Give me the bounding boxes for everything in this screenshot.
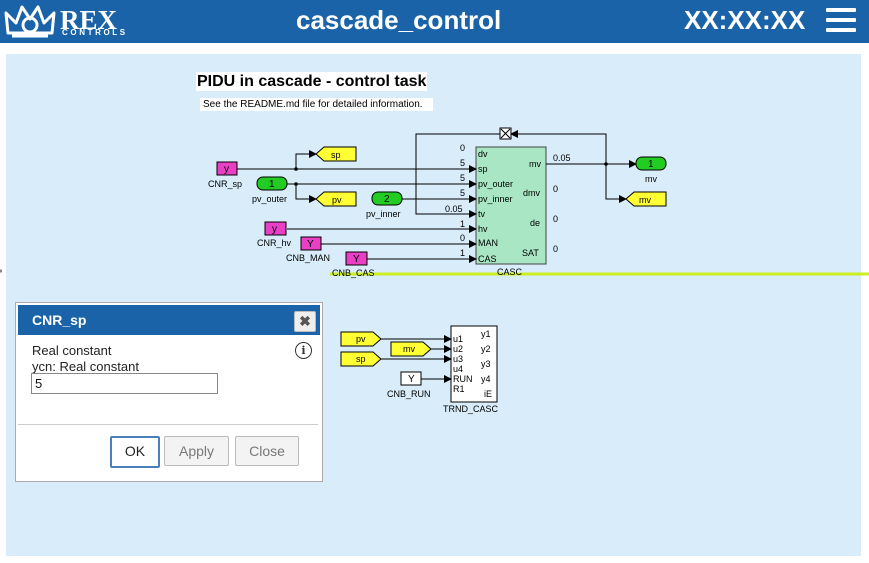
mv-outport-label: mv bbox=[645, 174, 657, 184]
dialog-divider bbox=[18, 424, 318, 425]
diagram-title: PIDU in cascade - control task bbox=[196, 72, 428, 91]
cnr-hv-value: y bbox=[272, 224, 277, 235]
casc-out-de: de bbox=[530, 218, 540, 228]
goto-pv-text: pv bbox=[332, 195, 342, 205]
casc-val-pv-inner: 5 bbox=[460, 188, 465, 198]
trnd-in-u2: u2 bbox=[453, 344, 463, 354]
casc-in-tv: tv bbox=[478, 209, 486, 219]
apply-button[interactable]: Apply bbox=[164, 436, 229, 466]
trnd-in-u3: u3 bbox=[453, 354, 463, 364]
pv-inner-inport-value: 2 bbox=[384, 194, 390, 205]
casc-val-tv: 0.05 bbox=[445, 204, 463, 214]
casc-val-sat: 0 bbox=[553, 244, 558, 254]
trnd-out-y2: y2 bbox=[481, 344, 491, 354]
trnd-in-u1: u1 bbox=[453, 334, 463, 344]
cnb-man-label: CNB_MAN bbox=[286, 253, 330, 263]
casc-val-dv: 0 bbox=[460, 143, 465, 153]
cnb-cas-value: Y bbox=[353, 254, 360, 265]
ok-button[interactable]: OK bbox=[110, 436, 160, 468]
casc-val-pv-outer: 5 bbox=[460, 173, 465, 183]
cnb-man-value: Y bbox=[307, 239, 314, 250]
casc-val-de: 0 bbox=[553, 214, 558, 224]
info-icon[interactable]: i bbox=[295, 342, 312, 359]
trnd-in-r1: R1 bbox=[453, 384, 465, 394]
casc-out-mv: mv bbox=[529, 159, 541, 169]
close-button[interactable]: Close bbox=[235, 436, 299, 466]
pv-inner-inport-label: pv_inner bbox=[366, 209, 401, 219]
goto-sp-text: sp bbox=[331, 150, 341, 160]
cnr-sp-label: CNR_sp bbox=[208, 179, 242, 189]
casc-val-dmv: 0 bbox=[553, 184, 558, 194]
casc-out-sat: SAT bbox=[522, 248, 539, 258]
dialog-param-label: ycn: Real constant bbox=[32, 359, 139, 374]
trnd-out-y4: y4 bbox=[481, 374, 491, 384]
ycn-value-input[interactable] bbox=[31, 373, 218, 394]
parameter-dialog: CNR_sp ✖ Real constant ycn: Real constan… bbox=[15, 302, 323, 482]
casc-val-hv: 1 bbox=[460, 219, 465, 229]
cnr-hv-label: CNR_hv bbox=[257, 238, 292, 248]
cnb-run-label: CNB_RUN bbox=[387, 389, 431, 399]
casc-in-dv: dv bbox=[478, 149, 488, 159]
from-mv-text: mv bbox=[403, 344, 415, 354]
cnb-run-value: Y bbox=[408, 374, 415, 385]
casc-out-dmv: dmv bbox=[523, 188, 541, 198]
from-sp-text: sp bbox=[356, 354, 366, 364]
trnd-in-run: RUN bbox=[453, 374, 473, 384]
from-pv-text: pv bbox=[356, 334, 366, 344]
trnd-out-ie: iE bbox=[484, 389, 492, 399]
casc-block-name: CASC bbox=[497, 267, 523, 277]
trnd-in-u4: u4 bbox=[453, 364, 463, 374]
casc-in-pv-inner: pv_inner bbox=[478, 194, 513, 204]
trnd-out-y1: y1 bbox=[481, 329, 491, 339]
close-icon[interactable]: ✖ bbox=[294, 311, 316, 332]
goto-mv-text: mv bbox=[639, 195, 651, 205]
casc-in-hv: hv bbox=[478, 224, 488, 234]
cnr-sp-value: y bbox=[224, 164, 229, 175]
casc-val-mv: 0.05 bbox=[553, 153, 571, 163]
trnd-block-name: TRND_CASC bbox=[443, 404, 499, 414]
cnb-cas-label: CNB_CAS bbox=[332, 268, 375, 278]
dialog-header[interactable]: CNR_sp ✖ bbox=[18, 305, 320, 335]
dialog-title: CNR_sp bbox=[32, 312, 87, 328]
diagram-subtitle: See the README.md file for detailed info… bbox=[200, 98, 433, 111]
casc-in-cas: CAS bbox=[478, 254, 497, 264]
pv-outer-inport-value: 1 bbox=[269, 179, 275, 190]
dialog-description: Real constant bbox=[32, 343, 112, 358]
trnd-out-y3: y3 bbox=[481, 359, 491, 369]
casc-in-sp: sp bbox=[478, 164, 488, 174]
casc-val-man: 0 bbox=[460, 233, 465, 243]
casc-val-sp: 5 bbox=[460, 158, 465, 168]
mv-outport-value: 1 bbox=[648, 159, 654, 170]
casc-in-pv-outer: pv_outer bbox=[478, 179, 513, 189]
pv-outer-inport-label: pv_outer bbox=[252, 194, 287, 204]
casc-val-cas: 1 bbox=[460, 248, 465, 258]
casc-in-man: MAN bbox=[478, 238, 498, 248]
